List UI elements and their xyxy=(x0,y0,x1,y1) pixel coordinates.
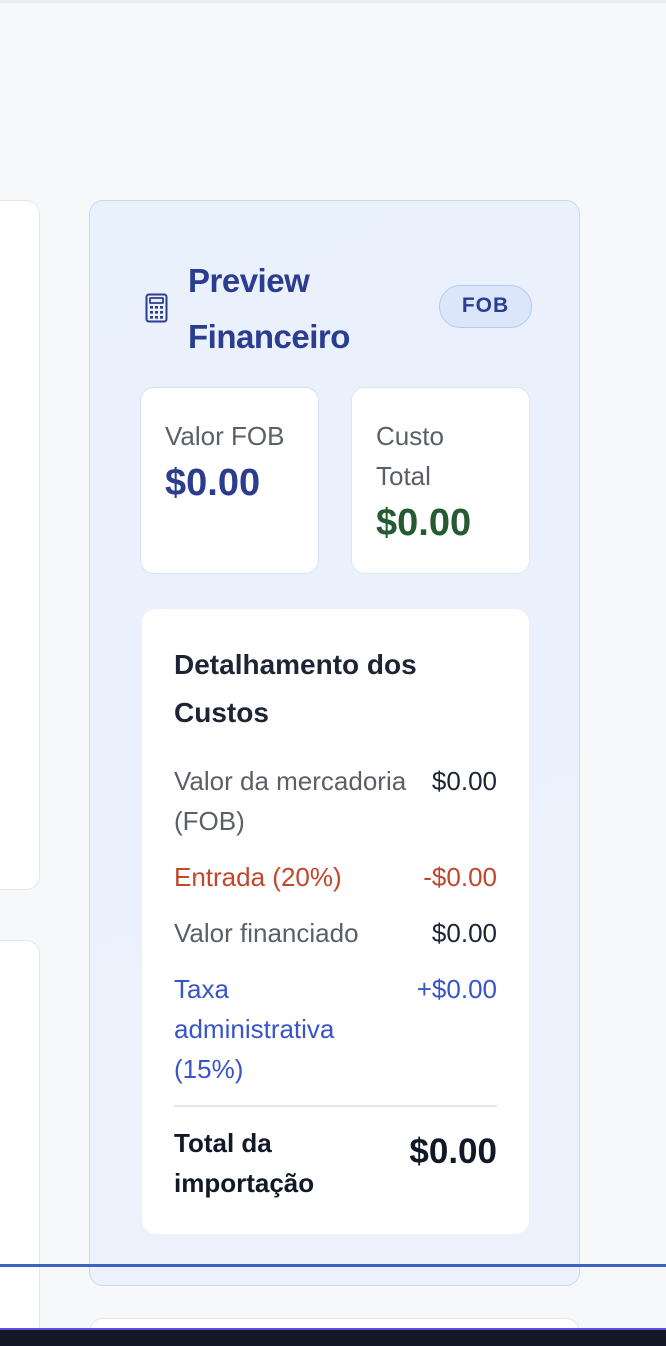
top-divider xyxy=(0,0,666,3)
cost-breakdown-card: Detalhamento dos Custos Valor da mercado… xyxy=(142,609,529,1234)
accent-rule xyxy=(0,1264,666,1267)
breakdown-row-label: Valor da mercadoria (FOB) xyxy=(174,766,407,836)
fob-value-card: Valor FOB $0.00 xyxy=(140,387,319,574)
breakdown-row-value: $0.00 xyxy=(431,766,497,796)
total-cost-card: Custo Total $0.00 xyxy=(351,387,530,574)
bottom-bar xyxy=(0,1328,666,1346)
breakdown-row-value: +$0.00 xyxy=(416,974,497,1004)
fob-value-label: Valor FOB xyxy=(165,421,285,451)
panel-header: Preview Financeiro FOB xyxy=(140,253,532,363)
financial-preview-panel: Preview Financeiro FOB Valor FOB $0.00 C… xyxy=(89,200,580,1286)
left-form-card xyxy=(0,200,40,890)
breakdown-row-value: $0.00 xyxy=(431,918,497,948)
breakdown-title: Detalhamento dos Custos xyxy=(174,649,417,728)
breakdown-row-label: Entrada (20%) xyxy=(174,862,342,892)
left-form-card-secondary xyxy=(0,940,40,1346)
breakdown-total-label: Total da importação xyxy=(174,1128,315,1198)
total-cost-amount: $0.00 xyxy=(376,502,472,544)
fob-value-amount: $0.00 xyxy=(165,462,261,504)
breakdown-row-label: Valor financiado xyxy=(174,918,359,948)
breakdown-row-value: -$0.00 xyxy=(423,862,497,892)
breakdown-row-label: Taxa administrativa (15%) xyxy=(174,974,335,1084)
fob-badge: FOB xyxy=(439,285,532,328)
calculator-icon xyxy=(145,293,168,323)
breakdown-total-value: $0.00 xyxy=(409,1132,497,1171)
total-cost-label: Custo Total xyxy=(376,421,444,491)
panel-title: Preview Financeiro xyxy=(188,262,350,355)
breakdown-divider xyxy=(174,1105,497,1107)
